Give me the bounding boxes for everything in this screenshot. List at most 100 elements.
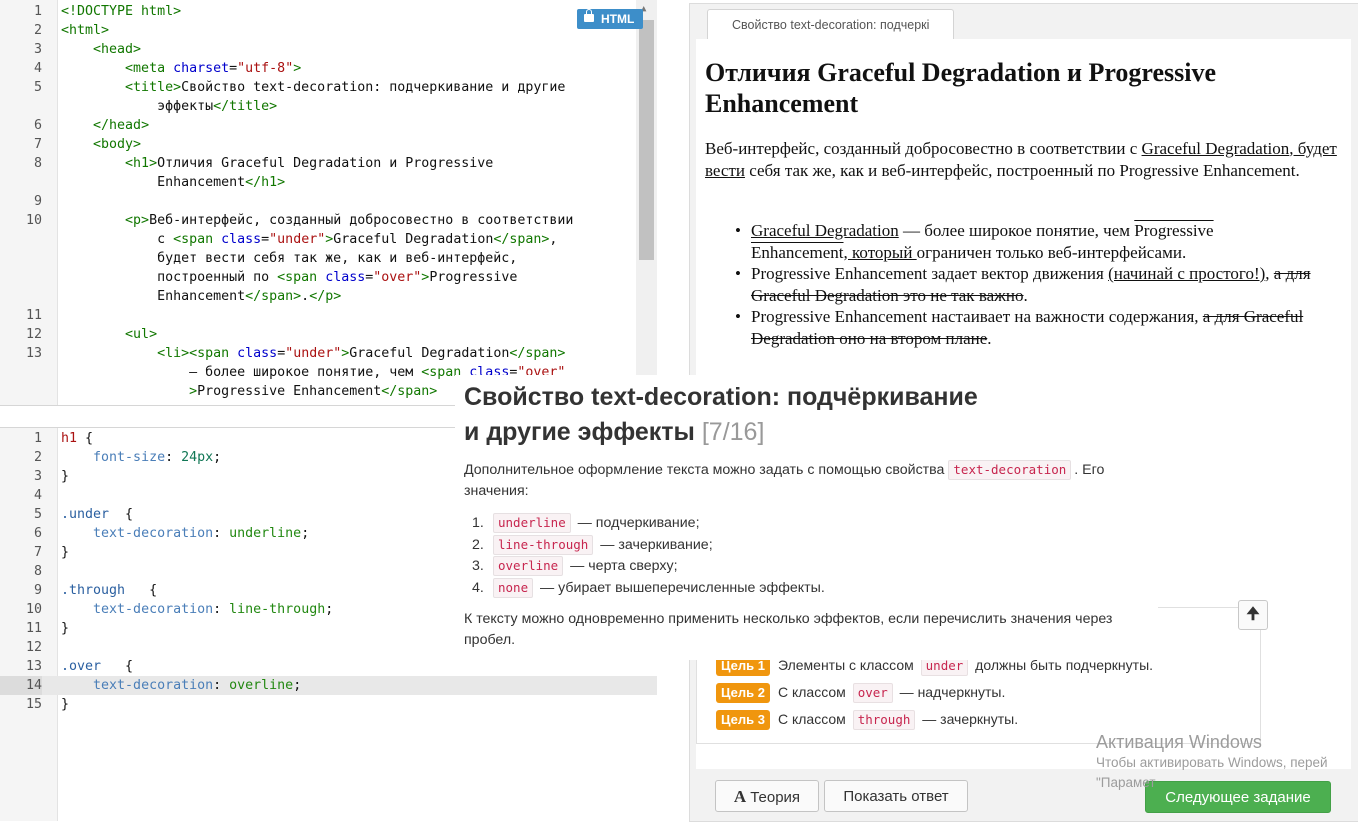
code-text[interactable]: font-size: 24px;: [61, 448, 221, 467]
theory-code: text-decoration: [948, 460, 1072, 480]
code-line[interactable]: с <span class="under">Graceful Degradati…: [0, 230, 657, 249]
show-answer-button[interactable]: Показать ответ: [824, 780, 968, 812]
list-text: .: [1023, 285, 1028, 305]
goal-code: through: [852, 710, 916, 730]
goal-text: — надчеркнуты.: [895, 684, 1006, 700]
preview-tab[interactable]: Свойство text-decoration: подчеркі: [707, 9, 954, 39]
code-line[interactable]: Enhancement</h1>: [0, 173, 657, 192]
code-text[interactable]: <!DOCTYPE html>: [61, 2, 181, 21]
code-text[interactable]: <meta charset="utf-8">: [61, 59, 301, 78]
code-line[interactable]: 5 <title>Свойство text-decoration: подче…: [0, 78, 657, 97]
code-text[interactable]: </head>: [61, 116, 149, 135]
line-number: 1: [33, 4, 42, 19]
line-number: 9: [33, 583, 42, 598]
line-number: 5: [33, 507, 42, 522]
paragraph-text: Веб-интерфейс, созданный добросовестно в…: [705, 139, 1142, 158]
code-text[interactable]: <body>: [61, 135, 141, 154]
theory-button-label: Теория: [750, 789, 801, 806]
code-text[interactable]: text-decoration: overline;: [61, 676, 301, 695]
code-text[interactable]: <ul>: [61, 325, 157, 344]
code-text[interactable]: text-decoration: underline;: [61, 524, 309, 543]
theory-text: Дополнительное оформление текста можно з…: [464, 462, 949, 478]
goal-code: over: [852, 683, 893, 703]
code-line[interactable]: 8 <h1>Отличия Graceful Degradation и Pro…: [0, 154, 657, 173]
goal-text: — зачеркнуты.: [918, 711, 1019, 727]
code-line[interactable]: 15}: [0, 695, 657, 714]
code-text[interactable]: эффекты</title>: [61, 97, 277, 116]
line-number: 14: [0, 676, 42, 695]
underlined-span: Graceful Degradation: [751, 221, 899, 240]
paragraph-text-end: себя так же, как и веб-интерфейс, постро…: [744, 160, 1300, 180]
line-number: 12: [25, 327, 42, 342]
line-number: 7: [33, 545, 42, 560]
theory-button[interactable]: A Теория: [715, 780, 819, 812]
code-text[interactable]: text-decoration: line-through;: [61, 600, 333, 619]
line-number: 15: [25, 697, 42, 712]
line-number: 7: [33, 137, 42, 152]
code-line[interactable]: 9: [0, 192, 657, 211]
code-line[interactable]: 2 <html>: [0, 21, 657, 40]
code-text[interactable]: }: [61, 695, 69, 714]
line-number: 4: [33, 488, 42, 503]
code-text[interactable]: <h1>Отличия Graceful Degradation и Progr…: [61, 154, 493, 173]
collapse-theory-button[interactable]: 🠉: [1238, 600, 1268, 630]
code-line[interactable]: 7 <body>: [0, 135, 657, 154]
code-line[interactable]: 3 <head>: [0, 40, 657, 59]
theory-text: пробел.: [464, 632, 516, 648]
code-text[interactable]: }: [61, 467, 69, 486]
code-text[interactable]: <head>: [61, 40, 141, 59]
code-text[interactable]: Enhancement</span>.</p>: [61, 287, 341, 306]
scrollbar-thumb[interactable]: [639, 20, 654, 260]
code-text[interactable]: <p>Веб-интерфейс, созданный добросовестн…: [61, 211, 573, 230]
theory-intro: Дополнительное оформление текста можно з…: [464, 460, 1104, 502]
html-editor-scrollbar[interactable]: ▲: [636, 0, 657, 405]
arrow-up-icon: 🠉: [1246, 606, 1260, 623]
code-text[interactable]: <title>Свойство text-decoration: подчерк…: [61, 78, 565, 97]
list-item: 4. none — убирает вышеперечисленные эффек…: [472, 577, 825, 600]
watermark-line: Чтобы активировать Windows, перей: [1096, 755, 1328, 770]
code-text[interactable]: .over {: [61, 657, 133, 676]
code-line[interactable]: 4 <meta charset="utf-8">: [0, 59, 657, 78]
code-line[interactable]: будет вести себя так же, как и веб-интер…: [0, 249, 657, 268]
code-text[interactable]: <html>: [61, 21, 109, 40]
code-line[interactable]: 12 <ul>: [0, 325, 657, 344]
list-text: .: [987, 328, 992, 348]
item-number: 2.: [472, 536, 484, 553]
list-text: ,: [1265, 264, 1274, 283]
code-line[interactable]: эффекты</title>: [0, 97, 657, 116]
goal-text: С классом: [777, 711, 850, 727]
line-number: 8: [33, 564, 42, 579]
code-text[interactable]: будет вести себя так же, как и веб-интер…: [61, 249, 517, 268]
theory-title-line: и другие эффекты: [464, 418, 695, 446]
code-text[interactable]: <li><span class="under">Graceful Degrada…: [61, 344, 565, 363]
code-text[interactable]: >Progressive Enhancement</span>: [61, 382, 437, 401]
code-line[interactable]: 11: [0, 306, 657, 325]
item-number: 4.: [472, 579, 484, 596]
goal-row: Цель 3 С классом through — зачеркнуты.: [716, 708, 1018, 730]
code-text[interactable]: }: [61, 543, 69, 562]
code-text[interactable]: h1 {: [61, 429, 93, 448]
list-text: — более широкое понятие, чем: [898, 221, 1135, 240]
line-number: 9: [33, 194, 42, 209]
code-line[interactable]: 13 <li><span class="under">Graceful Degr…: [0, 344, 657, 363]
code-line[interactable]: 14 text-decoration: overline;: [0, 676, 657, 695]
code-text[interactable]: с <span class="under">Graceful Degradati…: [61, 230, 557, 249]
line-number: 10: [25, 213, 42, 228]
code-line[interactable]: Enhancement</span>.</p>: [0, 287, 657, 306]
line-number: 2: [33, 450, 42, 465]
goal-badge: Цель 3: [716, 710, 770, 730]
code-text[interactable]: построенный по <span class="over">Progre…: [61, 268, 517, 287]
code-line[interactable]: 10 <p>Веб-интерфейс, созданный добросове…: [0, 211, 657, 230]
html-code-editor[interactable]: 1 <!DOCTYPE html> 2 <html> 3 <head> 4 <meta c…: [0, 0, 657, 406]
line-number: 5: [33, 80, 42, 95]
code-line[interactable]: 6 </head>: [0, 116, 657, 135]
item-number: 3.: [472, 558, 484, 574]
code-text[interactable]: .under {: [61, 505, 133, 524]
code-text[interactable]: }: [61, 619, 69, 638]
code-line[interactable]: построенный по <span class="over">Progre…: [0, 268, 657, 287]
code-text[interactable]: Enhancement</h1>: [61, 173, 285, 192]
code-line[interactable]: 1 <!DOCTYPE html>: [0, 2, 657, 21]
line-number: 6: [33, 118, 42, 133]
windows-activation-watermark: Активация Windows Чтобы активировать Win…: [1096, 731, 1328, 793]
code-text[interactable]: .through {: [61, 581, 157, 600]
